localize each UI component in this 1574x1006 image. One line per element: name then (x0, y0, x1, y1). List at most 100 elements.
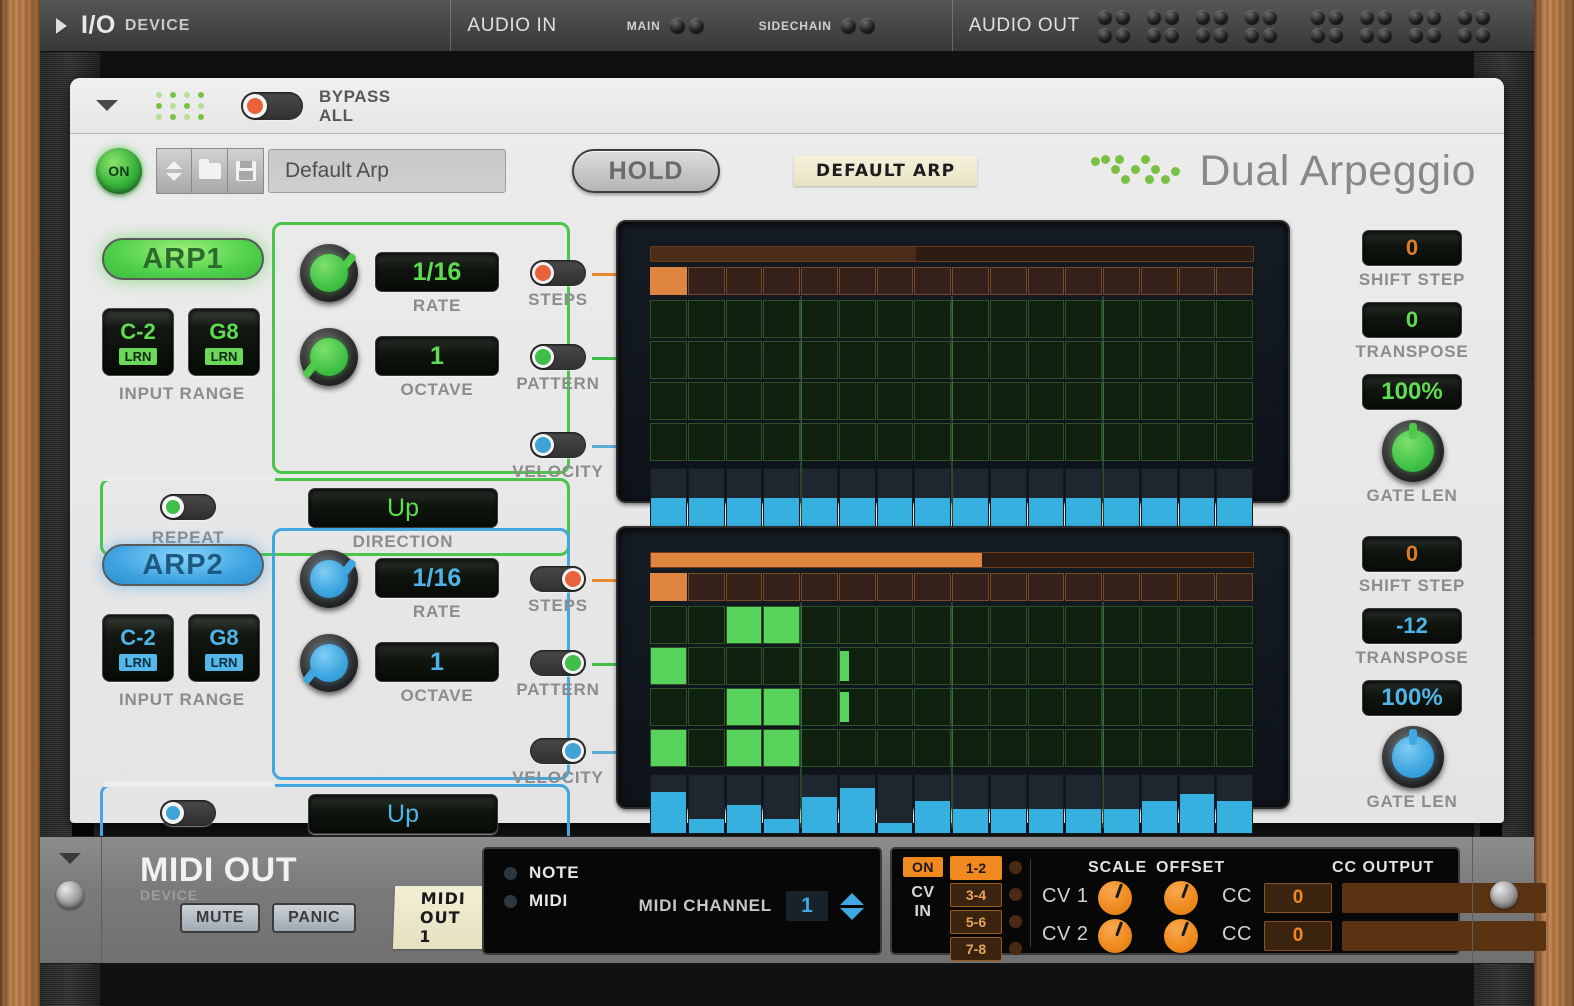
pattern-cell[interactable] (687, 423, 725, 461)
cv-pair-button-7-8[interactable]: 7-8 (950, 937, 1002, 961)
cv-scale-knob-2[interactable] (1098, 919, 1132, 953)
sidechain-jacks[interactable] (840, 18, 879, 33)
arp1-octave-knob[interactable] (300, 328, 358, 386)
pattern-cell[interactable] (1140, 729, 1178, 767)
pattern-cell[interactable] (876, 647, 914, 685)
velocity-cell[interactable] (952, 774, 989, 834)
pattern-cell[interactable] (838, 688, 876, 726)
velocity-cell[interactable] (1140, 468, 1178, 528)
jack[interactable] (1408, 27, 1423, 42)
pattern-cell[interactable] (989, 647, 1027, 685)
step-cell[interactable] (1027, 267, 1065, 295)
pattern-cell[interactable] (914, 382, 951, 420)
velocity-cell[interactable] (989, 774, 1027, 834)
pattern-cell[interactable] (952, 729, 989, 767)
pattern-cell[interactable] (952, 647, 989, 685)
velocity-cell[interactable] (763, 468, 800, 528)
jack[interactable] (1262, 27, 1277, 42)
cv-on-button[interactable]: ON (903, 857, 943, 877)
audio-out-jack-pair[interactable] (1244, 9, 1281, 24)
pattern-cell[interactable] (801, 382, 838, 420)
arp1-rate-display[interactable]: 1/16 (375, 252, 499, 292)
step-cell[interactable] (1103, 573, 1140, 601)
audio-out-jack-pair[interactable] (1097, 27, 1134, 42)
pattern-cell[interactable] (725, 647, 763, 685)
pattern-cell[interactable] (1065, 300, 1102, 338)
jack[interactable] (1328, 9, 1343, 24)
pattern-cell[interactable] (838, 382, 876, 420)
pattern-cell[interactable] (1103, 341, 1140, 379)
cv-scale-knob-1[interactable] (1098, 881, 1132, 915)
pattern-cell[interactable] (838, 300, 876, 338)
audio-out-jack-pair[interactable] (1097, 9, 1134, 24)
jack[interactable] (1244, 27, 1259, 42)
pattern-cell[interactable] (1178, 688, 1216, 726)
step-cell[interactable] (1103, 267, 1140, 295)
arp1-shift-step-display[interactable]: 0 (1362, 230, 1462, 266)
jack[interactable] (1359, 9, 1374, 24)
pattern-cell[interactable] (914, 300, 951, 338)
arp1-pattern-toggle[interactable] (530, 344, 586, 370)
arp1-badge[interactable]: ARP1 (102, 238, 264, 280)
pattern-cell[interactable] (1027, 423, 1065, 461)
arp1-repeat-toggle[interactable] (160, 494, 216, 520)
pattern-cell[interactable] (1027, 300, 1065, 338)
step-cell[interactable] (1065, 267, 1102, 295)
arp1-input-low-button[interactable]: C-2 LRN (102, 308, 174, 376)
pattern-cell[interactable] (687, 300, 725, 338)
pattern-cell[interactable] (876, 606, 914, 644)
velocity-cell[interactable] (914, 774, 951, 834)
pattern-cell[interactable] (763, 423, 800, 461)
arp2-steps-toggle[interactable] (530, 566, 586, 592)
jack[interactable] (1457, 27, 1472, 42)
pattern-cell[interactable] (801, 423, 838, 461)
pattern-cell[interactable] (1216, 423, 1253, 461)
mute-button[interactable]: MUTE (180, 902, 261, 933)
arp2-rate-display[interactable]: 1/16 (375, 558, 499, 598)
jack[interactable] (859, 18, 875, 33)
pattern-cell[interactable] (801, 688, 838, 726)
jack[interactable] (1377, 27, 1392, 42)
panic-button[interactable]: PANIC (272, 902, 357, 933)
preset-name-field[interactable]: Default Arp (268, 149, 506, 193)
velocity-cell[interactable] (1103, 468, 1140, 528)
step-cell[interactable] (914, 267, 951, 295)
pattern-cell[interactable] (1140, 647, 1178, 685)
pattern-cell[interactable] (763, 300, 800, 338)
midi-channel-stepper[interactable] (840, 892, 864, 920)
pattern-cell[interactable] (989, 729, 1027, 767)
arp1-rate-knob[interactable] (300, 244, 358, 302)
pattern-cell[interactable] (952, 688, 989, 726)
arp2-pattern-toggle[interactable] (530, 650, 586, 676)
audio-out-jack-pair[interactable] (1457, 27, 1494, 42)
jack[interactable] (1213, 27, 1228, 42)
step-cell[interactable] (801, 267, 838, 295)
pattern-cell[interactable] (1178, 647, 1216, 685)
pattern-cell[interactable] (687, 688, 725, 726)
audio-out-jack-pair[interactable] (1359, 27, 1396, 42)
arp2-rate-knob[interactable] (300, 550, 358, 608)
pattern-cell[interactable] (914, 606, 951, 644)
pattern-cell[interactable] (1065, 382, 1102, 420)
velocity-cell[interactable] (1065, 774, 1102, 834)
cv-offset-knob-2[interactable] (1164, 919, 1198, 953)
velocity-cell[interactable] (725, 774, 763, 834)
pattern-cell[interactable] (725, 688, 763, 726)
pattern-cell[interactable] (1216, 341, 1253, 379)
arp2-shift-step-display[interactable]: 0 (1362, 536, 1462, 572)
audio-out-jack-pair[interactable] (1195, 27, 1232, 42)
velocity-cell[interactable] (1216, 774, 1253, 834)
pattern-cell[interactable] (725, 729, 763, 767)
jack[interactable] (1328, 27, 1343, 42)
pattern-cell[interactable] (1216, 300, 1253, 338)
expand-triangle-icon[interactable] (56, 17, 67, 34)
pattern-cell[interactable] (725, 382, 763, 420)
arp2-velocity-toggle[interactable] (530, 738, 586, 764)
main-jacks[interactable] (669, 18, 708, 33)
pattern-cell[interactable] (1103, 647, 1140, 685)
audio-out-jack-pair[interactable] (1244, 27, 1281, 42)
pattern-cell[interactable] (989, 688, 1027, 726)
step-cell[interactable] (687, 573, 725, 601)
pattern-cell[interactable] (952, 382, 989, 420)
jack[interactable] (688, 18, 704, 33)
